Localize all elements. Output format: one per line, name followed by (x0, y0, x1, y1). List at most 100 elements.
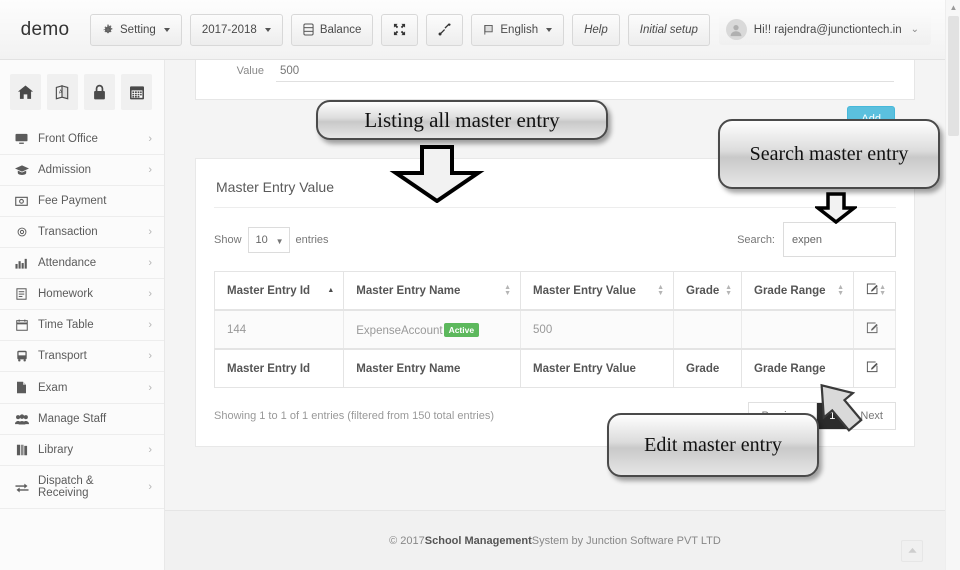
sidebar-item-attendance[interactable]: Attendance › (0, 248, 164, 279)
th-grade-range[interactable]: Grade Range ▲ ▼ (741, 271, 854, 311)
search-group: Search: (737, 222, 896, 257)
annotation-search-arrow (815, 192, 857, 224)
table-controls: Show 10 ▼ entries Search: (214, 222, 896, 257)
brand-logo[interactable]: demo (6, 19, 84, 41)
th-actions[interactable]: ▲ ▼ (853, 271, 896, 311)
footer-prefix: © 2017 (389, 534, 425, 547)
footer-suffix: System by Junction Software PVT LTD (531, 534, 721, 547)
user-menu[interactable]: Hi!! rajendra@junctiontech.in ⌄ (718, 14, 931, 45)
edit-icon[interactable] (866, 361, 878, 376)
translate-icon: A (54, 84, 71, 101)
page-footer: © 2017 School Management System by Junct… (165, 510, 945, 570)
avatar (725, 19, 747, 40)
sidebar-item-library[interactable]: Library › (0, 435, 164, 466)
sidebar-home-button[interactable] (10, 74, 41, 110)
cell-grade-range (741, 309, 854, 350)
annotation-listing-callout: Listing all master entry (316, 100, 608, 140)
cell-actions (853, 309, 896, 350)
sidebar-label: Front Office (38, 133, 98, 145)
entries-label: entries (295, 233, 329, 246)
value-input[interactable] (276, 60, 894, 82)
sidebar-label: Manage Staff (38, 413, 107, 425)
sidebar-item-transport[interactable]: Transport › (0, 341, 164, 372)
status-badge: Active (443, 322, 480, 337)
sort-icon: ▲ ▼ (837, 283, 844, 297)
chevron-right-icon: › (148, 288, 152, 300)
show-entries-group: Show 10 ▼ entries (214, 226, 329, 253)
edit-icon[interactable] (866, 322, 878, 337)
scrollbar-thumb[interactable] (948, 16, 959, 136)
sidebar: A Front Office › Admission › Fee Payment… (0, 60, 165, 570)
chart-icon (14, 258, 29, 269)
th-grade[interactable]: Grade ▲ ▼ (673, 271, 742, 311)
cell-value: 500 (520, 309, 674, 350)
sidebar-item-transaction[interactable]: Transaction › (0, 217, 164, 248)
sidebar-label: Fee Payment (38, 195, 107, 207)
sidebar-item-dispatch-receiving[interactable]: Dispatch & Receiving › (0, 466, 164, 509)
app-root: demo Setting 2017-2018 Balance English H… (0, 0, 960, 570)
chevron-right-icon: › (148, 319, 152, 331)
sidebar-item-front-office[interactable]: Front Office › (0, 124, 164, 155)
cell-id: 144 (213, 309, 345, 350)
book-icon (14, 288, 29, 300)
page-scrollbar[interactable]: ▲ (945, 0, 960, 570)
entry-form-panel: Value (195, 60, 915, 100)
cell-name-text: ExpenseAccount (356, 324, 443, 337)
nav-language-button[interactable]: English (471, 13, 565, 46)
sidebar-label: Transport (38, 350, 87, 362)
nav-resize-button[interactable] (426, 13, 464, 46)
scrollbar-up-arrow[interactable]: ▲ (949, 3, 958, 12)
sidebar-label: Attendance (38, 257, 97, 269)
table-row[interactable]: 144 ExpenseAccount Active 500 (213, 309, 896, 350)
sort-icon: ▲ ▼ (504, 283, 512, 297)
flag-icon (483, 24, 494, 36)
sidebar-item-fee-payment[interactable]: Fee Payment (0, 186, 164, 217)
scroll-to-top-button[interactable] (901, 540, 923, 562)
cell-grade (673, 309, 742, 350)
th-master-entry-name[interactable]: Master Entry Name ▲ ▼ (343, 271, 522, 311)
nav-setting-button[interactable]: Setting (90, 13, 182, 46)
nav-language-label: English (500, 23, 539, 36)
navbar-buttons: Setting 2017-2018 Balance English Help I… (90, 13, 710, 46)
calendar-icon (14, 319, 29, 331)
users-icon (14, 413, 29, 425)
nav-expand-button[interactable] (381, 13, 419, 46)
nav-balance-label: Balance (319, 23, 362, 36)
sidebar-calendar-button[interactable] (121, 74, 152, 110)
nav-help-button[interactable]: Help (572, 13, 620, 46)
nav-balance-button[interactable]: Balance (290, 13, 374, 46)
th-master-entry-id[interactable]: Master Entry Id ▲ (213, 271, 345, 311)
sidebar-item-exam[interactable]: Exam › (0, 372, 164, 404)
sort-icon: ▲ (327, 286, 335, 294)
sidebar-lock-button[interactable] (84, 74, 115, 110)
sidebar-item-admission[interactable]: Admission › (0, 155, 164, 186)
sidebar-item-homework[interactable]: Homework › (0, 279, 164, 310)
annotation-edit-callout: Edit master entry (607, 413, 819, 477)
table-body: 144 ExpenseAccount Active 500 (213, 309, 896, 350)
sidebar-label: Library (38, 444, 74, 456)
sort-icon: ▲ ▼ (725, 283, 732, 297)
sidebar-item-time-table[interactable]: Time Table › (0, 310, 164, 341)
edit-icon (866, 283, 878, 298)
tf-master-entry-name: Master Entry Name (343, 348, 522, 388)
nav-initial-setup-button[interactable]: Initial setup (627, 13, 710, 46)
sidebar-quick-icons: A (0, 60, 164, 124)
tf-master-entry-id: Master Entry Id (213, 348, 345, 388)
th-label: Grade (686, 284, 720, 297)
entries-per-page-select[interactable]: 10 ▼ (247, 226, 290, 253)
database-icon (303, 23, 314, 36)
sidebar-translate-button[interactable]: A (47, 74, 78, 110)
sidebar-label: Time Table (38, 319, 94, 331)
tf-master-entry-value: Master Entry Value (520, 348, 674, 388)
annotation-search-callout: Search master entry (718, 119, 940, 189)
search-input[interactable] (783, 222, 896, 257)
nav-session-button[interactable]: 2017-2018 (189, 13, 283, 46)
annotation-edit-arrow (800, 375, 878, 437)
chevron-right-icon: › (148, 257, 152, 269)
table-foot: Master Entry Id Master Entry Name Master… (213, 348, 896, 388)
chevron-right-icon: › (148, 444, 152, 456)
sidebar-item-manage-staff[interactable]: Manage Staff (0, 404, 164, 435)
th-master-entry-value[interactable]: Master Entry Value ▲ ▼ (520, 271, 674, 311)
resize-icon (438, 23, 451, 36)
home-icon (17, 84, 34, 101)
